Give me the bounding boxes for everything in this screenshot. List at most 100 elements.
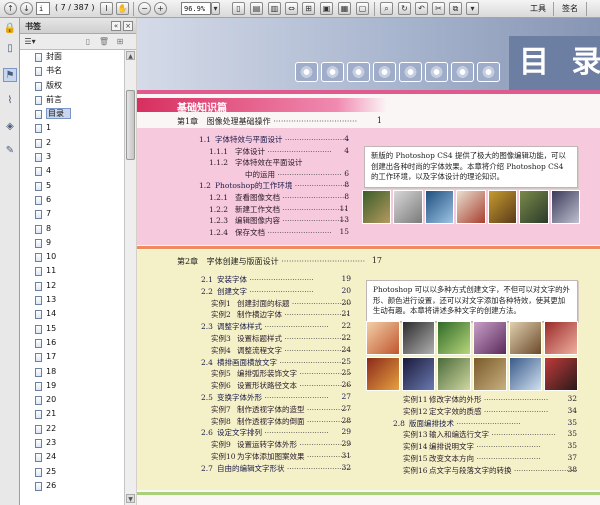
toc-entry[interactable]: 1.2 Photoshop的工作环境 ······················… <box>199 180 349 191</box>
toc-chapter2[interactable]: 第2章 字体创建与版面设计 ··························… <box>177 256 382 267</box>
continuous-view-icon[interactable]: ▤ <box>250 2 263 15</box>
toc-entry[interactable]: 实例13输入和编选行文字 ···························… <box>403 429 577 440</box>
bookmark-item[interactable]: 16 <box>20 336 124 350</box>
toc-entry[interactable]: 1.2.4 保存文档 ··························· 15 <box>209 227 349 238</box>
toc-entry[interactable]: 1.1 字体特效与平面设计 ···························… <box>199 134 349 145</box>
zoom-out-icon[interactable]: − <box>138 2 151 15</box>
bookmark-item[interactable]: 18 <box>20 365 124 379</box>
bookmark-item[interactable]: 14 <box>20 307 124 321</box>
bookmark-item[interactable]: 19 <box>20 379 124 393</box>
single-page-view-icon[interactable]: ▯ <box>232 2 245 15</box>
bookmark-item[interactable]: 11 <box>20 264 124 278</box>
toc-entry[interactable]: 2.7 自由的编辑文字形状 ···························… <box>201 463 351 474</box>
tools-menu[interactable]: 工具 <box>530 3 546 14</box>
bookmark-item[interactable]: 15 <box>20 322 124 336</box>
sign-menu[interactable]: 签名 <box>562 3 578 14</box>
bookmark-item[interactable]: 3 <box>20 150 124 164</box>
bookmark-item[interactable]: 26 <box>20 479 124 493</box>
lock-icon[interactable]: 🔒 <box>3 22 17 36</box>
toc-entry[interactable]: 2.3 调整字体样式 ··························· 22 <box>201 321 351 332</box>
bookmark-item[interactable]: 22 <box>20 422 124 436</box>
toc-entry[interactable]: 实例12定文字效的质感 ··························· 3… <box>403 406 577 417</box>
bookmark-item[interactable]: 24 <box>20 450 124 464</box>
paste-icon[interactable]: ▾ <box>466 2 479 15</box>
toc-entry[interactable]: 2.4 横排画面横放文字 ··························· 2… <box>201 357 351 368</box>
full-screen-icon[interactable]: ▣ <box>320 2 333 15</box>
scroll-down-icon[interactable]: ▼ <box>126 494 135 503</box>
toc-entry[interactable]: 实例15改变文本方向 ··························· 37 <box>403 453 577 464</box>
two-page-view-icon[interactable]: ▥ <box>268 2 281 15</box>
bookmark-item[interactable]: 书名 <box>20 64 124 78</box>
toc-entry[interactable]: 中的运用 ··························· 6 <box>219 169 349 180</box>
toc-entry[interactable]: 1.1.1 字体设计 ··························· 4 <box>209 146 349 157</box>
bookmark-item[interactable]: 封面 <box>20 50 124 64</box>
toc-entry[interactable]: 2.6 设定文字排列 ··························· 29 <box>201 427 351 438</box>
expand-bookmark-icon[interactable]: ⊞ <box>114 36 126 48</box>
bookmark-item[interactable]: 1 <box>20 121 124 135</box>
toc-entry[interactable]: 实例1 创建封面的标题 ··························· 20 <box>211 298 351 309</box>
bookmarks-scrollbar[interactable]: ▲ ▼ <box>124 50 136 505</box>
zoom-dropdown-icon[interactable]: ▾ <box>211 2 220 15</box>
toc-entry[interactable]: 1.2.1 查看图像文档 ··························· 8 <box>209 192 349 203</box>
page-number-input[interactable] <box>36 2 50 15</box>
close-panel-icon[interactable]: × <box>123 21 133 31</box>
bookmark-item[interactable]: 13 <box>20 293 124 307</box>
collapse-panel-icon[interactable]: « <box>111 21 121 31</box>
signatures-icon[interactable]: ✎ <box>3 144 17 158</box>
toc-entry[interactable]: 实例2 制作横边字体 ··························· 21 <box>211 309 351 320</box>
thumbnail-view-icon[interactable]: ▢ <box>356 2 369 15</box>
bookmark-item[interactable]: 4 <box>20 164 124 178</box>
bookmark-item[interactable]: 6 <box>20 193 124 207</box>
previous-page-icon[interactable]: ↑ <box>4 2 17 15</box>
toc-entry[interactable]: 实例11修改字体的外形 ··························· 3… <box>403 394 577 405</box>
bookmark-item[interactable]: 20 <box>20 393 124 407</box>
toc-chapter1[interactable]: 第1章 图像处理基础操作 ···························… <box>177 116 382 127</box>
bookmark-item[interactable]: 17 <box>20 350 124 364</box>
bookmark-item[interactable]: 目录 <box>20 107 124 121</box>
undo-icon[interactable]: ↶ <box>415 2 428 15</box>
pages-icon[interactable]: ▯ <box>3 42 17 56</box>
toc-entry[interactable]: 实例5编排弧形装饰文字 ···························2… <box>211 368 351 379</box>
toc-entry[interactable]: 1.2.2 新建工作文档 ··························· 1… <box>209 204 349 215</box>
toc-entry[interactable]: 实例16点文字与段落文字的转换 ························… <box>403 465 577 476</box>
next-page-icon[interactable]: ↓ <box>20 2 33 15</box>
toc-entry[interactable]: 2.5 变换字体外形 ··························· 27 <box>201 392 351 403</box>
bookmark-item[interactable]: 10 <box>20 250 124 264</box>
toc-entry[interactable]: 实例6设置形状路径文本 ···························2… <box>211 380 351 391</box>
bookmark-item[interactable]: 23 <box>20 436 124 450</box>
toc-entry[interactable]: 1.1.2 字体特效在平面设计 <box>209 157 349 168</box>
document-viewport[interactable]: 目 录 基础知识篇 第1章 图像处理基础操作 ·················… <box>137 18 600 505</box>
options-menu-icon[interactable]: ☰▾ <box>24 36 36 48</box>
toc-entry[interactable]: 2.1 安装字体 ··························· 19 <box>201 274 351 285</box>
bookmarks-icon[interactable]: ⚑ <box>3 68 17 82</box>
fit-width-icon[interactable]: ⇔ <box>285 2 298 15</box>
bookmark-item[interactable]: 8 <box>20 222 124 236</box>
bookmark-item[interactable]: 5 <box>20 179 124 193</box>
copy-icon[interactable]: ⧉ <box>449 2 462 15</box>
bookmark-item[interactable]: 前言 <box>20 93 124 107</box>
bookmark-item[interactable]: 12 <box>20 279 124 293</box>
hand-tool-icon[interactable]: ✋ <box>116 2 129 15</box>
zoom-in-icon[interactable]: + <box>154 2 167 15</box>
toc-entry[interactable]: 1.2.3 编辑图像内容 ··························· 1… <box>209 215 349 226</box>
bookmark-item[interactable]: 版权 <box>20 79 124 93</box>
toc-entry[interactable]: 实例7制作透视字体的造型 ···························… <box>211 404 351 415</box>
attachments-icon[interactable]: ⌇ <box>3 94 17 108</box>
rotate-icon[interactable]: ↻ <box>398 2 411 15</box>
toc-entry[interactable]: 实例4 调整流程文字 ··························· 24 <box>211 345 351 356</box>
toc-entry[interactable]: 实例14编排说明文字 ··························· 35 <box>403 441 577 452</box>
scrollbar-thumb[interactable] <box>126 90 135 160</box>
layers-icon[interactable]: ◈ <box>3 120 17 134</box>
bookmark-item[interactable]: 21 <box>20 407 124 421</box>
bookmark-item[interactable]: 7 <box>20 207 124 221</box>
toc-entry[interactable]: 实例9设置运转字体外形 ···························2… <box>211 439 351 450</box>
toc-entry[interactable]: 实例10为字体添加图案效果 ··························… <box>211 451 351 462</box>
select-tool-icon[interactable]: I <box>100 2 113 15</box>
reading-mode-icon[interactable]: ▦ <box>338 2 351 15</box>
toc-entry[interactable]: 实例8制作透视字体的倒面 ···························… <box>211 416 351 427</box>
toc-entry[interactable]: 2.8 版面编排技术 ··························· 35 <box>393 418 577 429</box>
scroll-up-icon[interactable]: ▲ <box>126 51 135 60</box>
toc-entry[interactable]: 实例3 设置标题样式 ··························· 22 <box>211 333 351 344</box>
bookmark-item[interactable]: 25 <box>20 465 124 479</box>
bookmark-item[interactable]: 9 <box>20 236 124 250</box>
